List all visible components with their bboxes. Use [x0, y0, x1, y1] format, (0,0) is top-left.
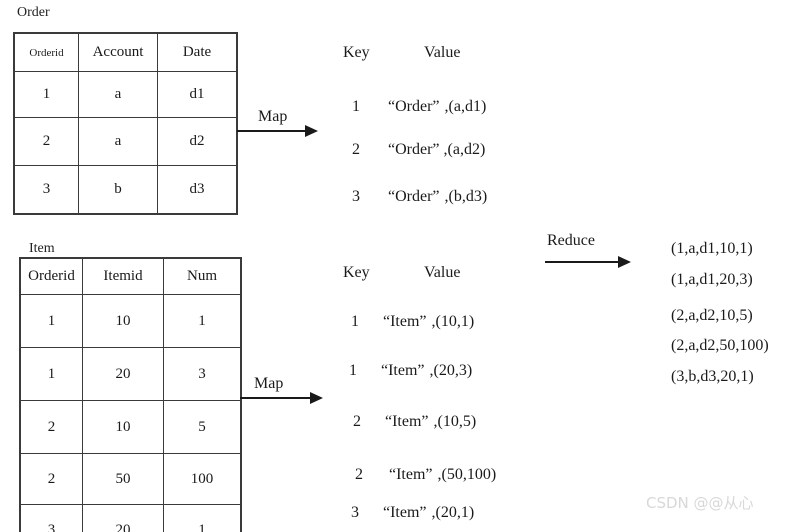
kv-value-payload: ,(50,100) [437, 466, 497, 483]
reduce-output-row: (2,a,d2,10,5) [671, 307, 753, 324]
kv-key: 1 [349, 362, 357, 379]
reduce-arrow-label: Reduce [547, 232, 595, 249]
item-cell: 10 [82, 294, 164, 348]
table-row: 1 a d1 [14, 71, 237, 118]
kv-value-tag: “Order” [388, 188, 440, 205]
kv-value-payload: ,(a,d1) [444, 98, 487, 115]
item-table: Orderid Itemid Num 1 10 1 1 20 3 2 10 5 [20, 258, 241, 532]
order-cell: 2 [14, 117, 79, 166]
order-cell: d1 [157, 71, 237, 118]
order-table: Orderid Account Date 1 a d1 2 a d2 3 b d… [14, 33, 237, 214]
kv-value-tag: “Item” [383, 504, 427, 521]
item-kv-value-header: Value [424, 264, 461, 281]
order-cell: d3 [157, 165, 237, 214]
reduce-arrow-head [618, 256, 631, 268]
order-cell: 3 [14, 165, 79, 214]
reduce-output-row: (1,a,d1,10,1) [671, 240, 753, 257]
kv-value-payload: ,(20,1) [431, 504, 475, 521]
diagram-canvas: Order Orderid Account Date 1 a d1 2 a d2… [0, 0, 791, 532]
order-cell: a [78, 117, 158, 166]
reduce-output-row: (3,b,d3,20,1) [671, 368, 754, 385]
kv-key: 2 [352, 141, 360, 158]
kv-key: 2 [355, 466, 363, 483]
kv-value-tag: “Item” [389, 466, 433, 483]
order-cell: 1 [14, 71, 79, 118]
table-row: 3 b d3 [14, 165, 237, 214]
kv-value-payload: ,(20,3) [429, 362, 473, 379]
table-row: 1 20 3 [20, 347, 241, 401]
item-col-orderid: Orderid [20, 258, 83, 295]
kv-key: 1 [351, 313, 359, 330]
order-col-orderid: Orderid [14, 33, 79, 72]
order-cell: d2 [157, 117, 237, 166]
kv-value-tag: “Order” [388, 98, 440, 115]
kv-value-tag: “Order” [388, 141, 440, 158]
kv-key: 3 [352, 188, 360, 205]
item-col-num: Num [163, 258, 241, 295]
order-table-caption: Order [17, 5, 50, 20]
kv-value-payload: ,(10,1) [431, 313, 475, 330]
map-arrow-bottom-label: Map [254, 375, 284, 392]
kv-value-payload: ,(10,5) [433, 413, 477, 430]
item-cell: 1 [20, 347, 83, 401]
table-header-row: Orderid Itemid Num [20, 258, 241, 295]
kv-key: 1 [352, 98, 360, 115]
table-row: 1 10 1 [20, 294, 241, 348]
item-cell: 5 [163, 400, 241, 454]
kv-key: 3 [351, 504, 359, 521]
item-cell: 2 [20, 400, 83, 454]
map-arrow-top-head [305, 125, 318, 137]
kv-value-payload: ,(b,d3) [444, 188, 488, 205]
order-col-date: Date [157, 33, 237, 72]
item-cell: 50 [82, 453, 164, 505]
kv-key: 2 [353, 413, 361, 430]
kv-value-tag: “Item” [385, 413, 429, 430]
reduce-output-row: (1,a,d1,20,3) [671, 271, 753, 288]
table-row: 2 a d2 [14, 117, 237, 166]
reduce-output-row: (2,a,d2,50,100) [671, 337, 769, 354]
kv-value-payload: ,(a,d2) [443, 141, 486, 158]
table-row: 2 10 5 [20, 400, 241, 454]
item-cell: 1 [163, 504, 241, 532]
kv-value-tag: “Item” [381, 362, 425, 379]
order-kv-value-header: Value [424, 44, 461, 61]
map-arrow-top-line [237, 130, 307, 132]
order-kv-key-header: Key [343, 44, 370, 61]
item-cell: 10 [82, 400, 164, 454]
item-table-caption: Item [29, 241, 55, 256]
watermark: CSDN @@从心 [646, 494, 754, 512]
item-kv-key-header: Key [343, 264, 370, 281]
table-row: 2 50 100 [20, 453, 241, 505]
item-cell: 3 [20, 504, 83, 532]
item-cell: 1 [163, 294, 241, 348]
table-header-row: Orderid Account Date [14, 33, 237, 72]
kv-value-tag: “Item” [383, 313, 427, 330]
table-row: 3 20 1 [20, 504, 241, 532]
item-cell: 20 [82, 504, 164, 532]
item-cell: 1 [20, 294, 83, 348]
map-arrow-bottom-head [310, 392, 323, 404]
item-cell: 100 [163, 453, 241, 505]
reduce-arrow-line [545, 261, 621, 263]
order-cell: b [78, 165, 158, 214]
item-cell: 2 [20, 453, 83, 505]
map-arrow-bottom-line [240, 397, 312, 399]
item-col-itemid: Itemid [82, 258, 164, 295]
item-cell: 3 [163, 347, 241, 401]
order-col-account: Account [78, 33, 158, 72]
item-cell: 20 [82, 347, 164, 401]
order-cell: a [78, 71, 158, 118]
map-arrow-top-label: Map [258, 108, 288, 125]
